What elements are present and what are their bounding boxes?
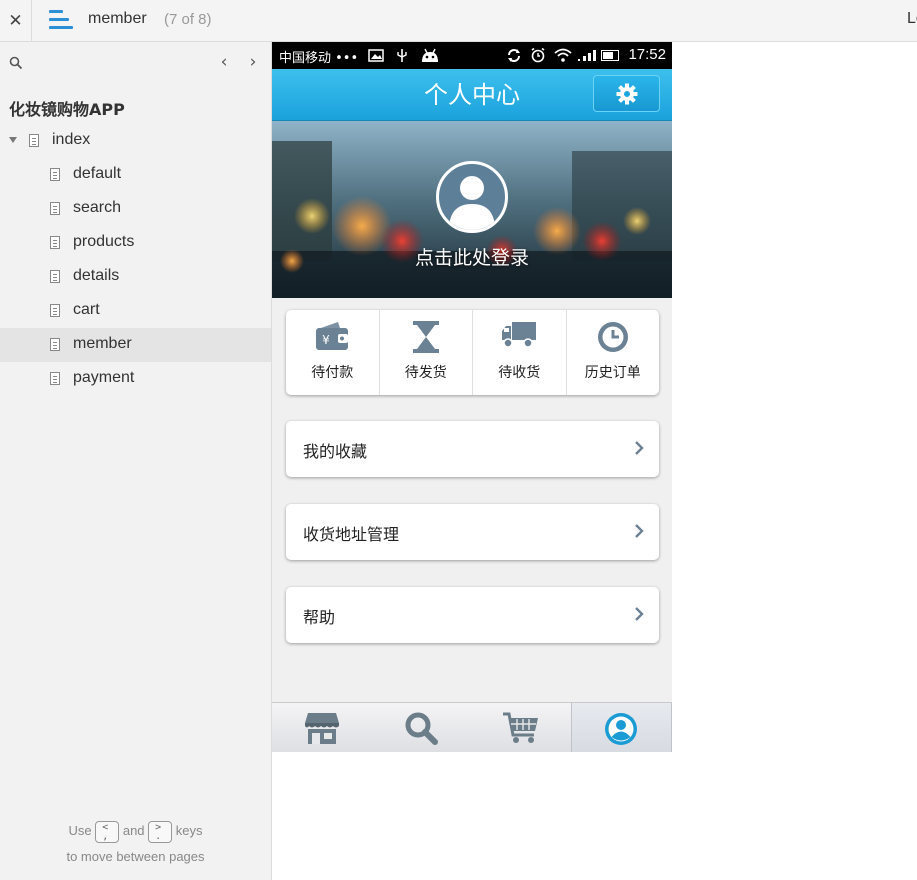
search-icon [405, 712, 439, 745]
tab-store[interactable] [272, 703, 372, 752]
sidebar-item-label: search [73, 199, 122, 216]
order-label: 待收货 [498, 365, 541, 381]
store-icon [304, 713, 339, 744]
login-link[interactable]: 点击此处登录 [272, 243, 672, 270]
caret-down-icon[interactable] [9, 137, 17, 143]
sidebar-item-label: products [73, 233, 135, 250]
page-icon [50, 338, 60, 351]
order-pending-payment[interactable]: ¥ 待付款 [286, 310, 379, 395]
favorites-row[interactable]: 我的收藏 [286, 421, 659, 477]
sidebar-item-label: index [52, 131, 91, 148]
keyboard-hint: Use <, and >. keys to move between pages [0, 818, 271, 870]
page-icon [50, 270, 60, 283]
page-counter: (7 of 8) [164, 11, 212, 28]
page-icon [29, 134, 39, 147]
status-bar: 中国移动 ••• 17:52 [272, 42, 672, 69]
sidebar-item-details[interactable]: details [0, 260, 271, 294]
order-history[interactable]: 历史订单 [565, 310, 660, 395]
current-page-name: member [88, 10, 147, 27]
tab-member[interactable] [570, 703, 672, 752]
sidebar-item-member[interactable]: member [0, 328, 271, 362]
prev-key-icon: <, [95, 820, 120, 843]
order-label: 待发货 [404, 365, 447, 381]
close-button[interactable]: ✕ [0, 0, 32, 41]
hourglass-icon [412, 321, 439, 353]
page-icon [50, 202, 60, 215]
next-page-button[interactable]: › [243, 52, 263, 74]
sidebar-item-label: payment [73, 369, 135, 386]
bottom-tab-bar [272, 702, 672, 752]
signal-icon [578, 50, 596, 61]
sidebar-item-label: cart [73, 301, 100, 318]
row-label: 收货地址管理 [303, 525, 400, 544]
previous-page-button[interactable]: ‹ [214, 52, 234, 74]
sidebar-item-label: member [73, 335, 132, 352]
hint-text: to move between pages [66, 849, 205, 864]
sidebar-item-label: details [73, 267, 120, 284]
wifi-icon [554, 48, 572, 62]
row-label: 帮助 [303, 608, 336, 627]
order-status-card: ¥ 待付款 待发货 待收货 历史订单 [286, 310, 659, 395]
avatar[interactable] [436, 161, 508, 233]
battery-icon [601, 50, 619, 61]
user-icon [605, 713, 638, 745]
phone-preview: 中国移动 ••• 17:52 个人中心 点击此处登录 ¥ 待付款 待发货 待收货… [272, 42, 672, 752]
order-pending-receipt[interactable]: 待收货 [472, 310, 566, 395]
image-icon [368, 49, 384, 62]
top-bar: ✕ member (7 of 8) Lo [0, 0, 917, 42]
order-pending-shipment[interactable]: 待发货 [378, 310, 473, 395]
android-icon [422, 48, 438, 62]
sidebar-item-default[interactable]: default [0, 158, 271, 192]
help-row[interactable]: 帮助 [286, 587, 659, 643]
truck-icon [502, 322, 537, 348]
search-icon[interactable] [9, 56, 23, 70]
gear-icon [616, 83, 638, 105]
hint-text: keys [175, 823, 203, 838]
sidebar: ‹ › 化妆镜购物APP index default search products d… [0, 42, 272, 880]
next-key-icon: >. [148, 820, 173, 843]
sidebar-item-cart[interactable]: cart [0, 294, 271, 328]
sidebar-item-products[interactable]: products [0, 226, 271, 260]
sidebar-item-search[interactable]: search [0, 192, 271, 226]
carrier-label: 中国移动 ••• [279, 51, 359, 66]
chevron-right-icon [635, 607, 644, 621]
address-management-row[interactable]: 收货地址管理 [286, 504, 659, 560]
page-icon [50, 168, 60, 181]
usb-icon [397, 49, 407, 62]
alarm-icon [531, 47, 545, 63]
sidebar-item-label: default [73, 165, 122, 182]
settings-button[interactable] [593, 75, 660, 112]
cart-icon [502, 712, 538, 743]
chevron-right-icon [635, 441, 644, 455]
order-label: 待付款 [311, 365, 354, 381]
page-icon [50, 304, 60, 317]
user-silhouette-icon [449, 176, 495, 230]
topbar-right-link[interactable]: Lo [907, 10, 917, 28]
status-time: 17:52 [628, 46, 666, 63]
profile-banner: 点击此处登录 [272, 121, 672, 298]
chevron-right-icon [635, 524, 644, 538]
svg-text:¥: ¥ [322, 333, 330, 347]
sidebar-item-index[interactable]: index [0, 124, 271, 158]
sidebar-item-payment[interactable]: payment [0, 362, 271, 396]
hamburger-menu-icon[interactable] [49, 9, 73, 31]
tab-search[interactable] [372, 703, 472, 752]
sync-icon [508, 49, 520, 62]
wallet-icon: ¥ [316, 322, 349, 350]
hint-text: Use [68, 823, 92, 838]
project-title: 化妆镜购物APP [9, 100, 125, 119]
row-label: 我的收藏 [303, 442, 368, 461]
page-icon [50, 372, 60, 385]
hint-text: and [122, 823, 145, 838]
page-icon [50, 236, 60, 249]
clock-icon [597, 322, 628, 352]
order-label: 历史订单 [584, 365, 641, 381]
tab-cart[interactable] [471, 703, 571, 752]
app-header: 个人中心 [272, 69, 672, 121]
